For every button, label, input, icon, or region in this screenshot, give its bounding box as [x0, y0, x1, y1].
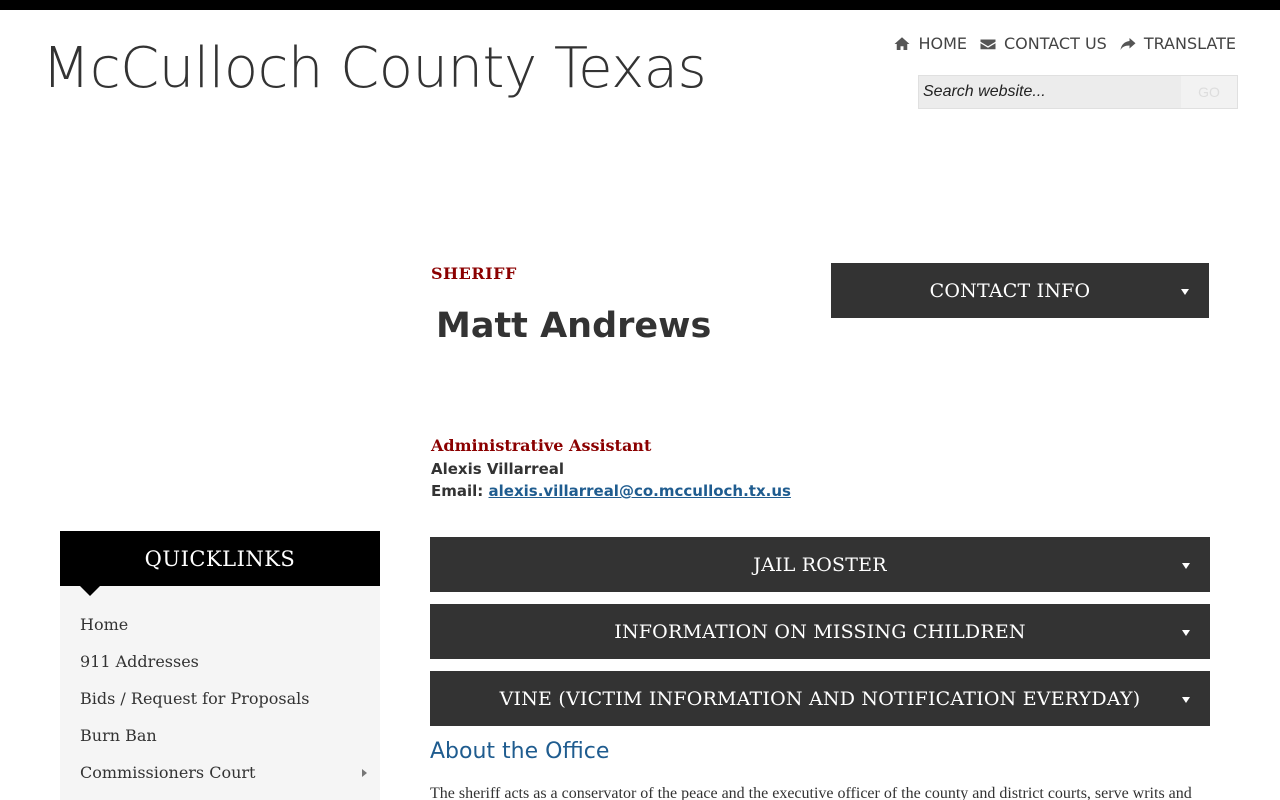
quicklinks-list: Home 911 Addresses Bids / Request for Pr… [60, 586, 380, 791]
assistant-name: Alexis Villarreal [431, 460, 565, 478]
quicklinks-title: QUICKLINKS [144, 546, 296, 571]
jail-roster-label: JAIL ROSTER [753, 553, 887, 576]
quicklinks-header: QUICKLINKS [60, 531, 380, 596]
quicklink-label: 911 Addresses [80, 652, 199, 671]
caret-down-icon [1182, 696, 1190, 703]
nav-translate-link[interactable]: TRANSLATE [1119, 34, 1236, 53]
quicklink-label: Burn Ban [80, 726, 157, 745]
contact-info-label: CONTACT INFO [929, 279, 1091, 302]
caret-down-icon [1181, 288, 1189, 295]
assistant-email-row: Email: alexis.villarreal@co.mcculloch.tx… [431, 482, 791, 500]
envelope-icon [980, 39, 996, 49]
caret-right-icon [362, 768, 367, 777]
top-bar [0, 0, 1280, 10]
assistant-email-link[interactable]: alexis.villarreal@co.mcculloch.tx.us [489, 482, 791, 500]
vine-accordion[interactable]: VINE (VICTIM INFORMATION AND NOTIFICATIO… [430, 671, 1210, 726]
quicklink-label: Bids / Request for Proposals [80, 689, 310, 708]
quicklinks-panel: QUICKLINKS Home 911 Addresses Bids / Req… [60, 531, 380, 800]
nav-contact-link[interactable]: CONTACT US [979, 34, 1107, 53]
quicklink-label: Commissioners Court [80, 763, 256, 782]
missing-children-label: INFORMATION ON MISSING CHILDREN [614, 620, 1026, 643]
email-label: Email: [431, 482, 484, 500]
jail-roster-accordion[interactable]: JAIL ROSTER [430, 537, 1210, 592]
nav-translate-label: TRANSLATE [1143, 34, 1236, 53]
quicklink-home[interactable]: Home [60, 606, 380, 643]
search-input[interactable] [919, 76, 1181, 108]
missing-children-accordion[interactable]: INFORMATION ON MISSING CHILDREN [430, 604, 1210, 659]
search-go-button[interactable]: GO [1181, 76, 1237, 108]
pointer-icon [80, 586, 100, 596]
caret-down-icon [1182, 562, 1190, 569]
assistant-role: Administrative Assistant [431, 436, 652, 455]
official-name: Matt Andrews [436, 306, 712, 346]
nav-home-label: HOME [918, 34, 967, 53]
quicklink-burn-ban[interactable]: Burn Ban [60, 717, 380, 754]
about-heading: About the Office [430, 739, 610, 764]
quicklink-911-addresses[interactable]: 911 Addresses [60, 643, 380, 680]
vine-label: VINE (VICTIM INFORMATION AND NOTIFICATIO… [499, 687, 1141, 710]
quicklink-commissioners-court[interactable]: Commissioners Court [60, 754, 380, 791]
share-arrow-icon [1120, 37, 1136, 50]
quicklink-bids[interactable]: Bids / Request for Proposals [60, 680, 380, 717]
contact-info-accordion[interactable]: CONTACT INFO [831, 263, 1209, 318]
nav-home-link[interactable]: HOME [893, 34, 967, 53]
top-navigation: HOME CONTACT US TRANSLATE [893, 34, 1236, 53]
quicklink-label: Home [80, 615, 129, 634]
search-form: GO [918, 75, 1238, 109]
nav-contact-label: CONTACT US [1003, 34, 1107, 53]
site-title[interactable]: McCulloch County Texas [42, 36, 707, 101]
about-text: The sheriff acts as a conservator of the… [430, 785, 1192, 800]
department-label: SHERIFF [431, 264, 517, 283]
home-icon [894, 36, 910, 50]
caret-down-icon [1182, 629, 1190, 636]
